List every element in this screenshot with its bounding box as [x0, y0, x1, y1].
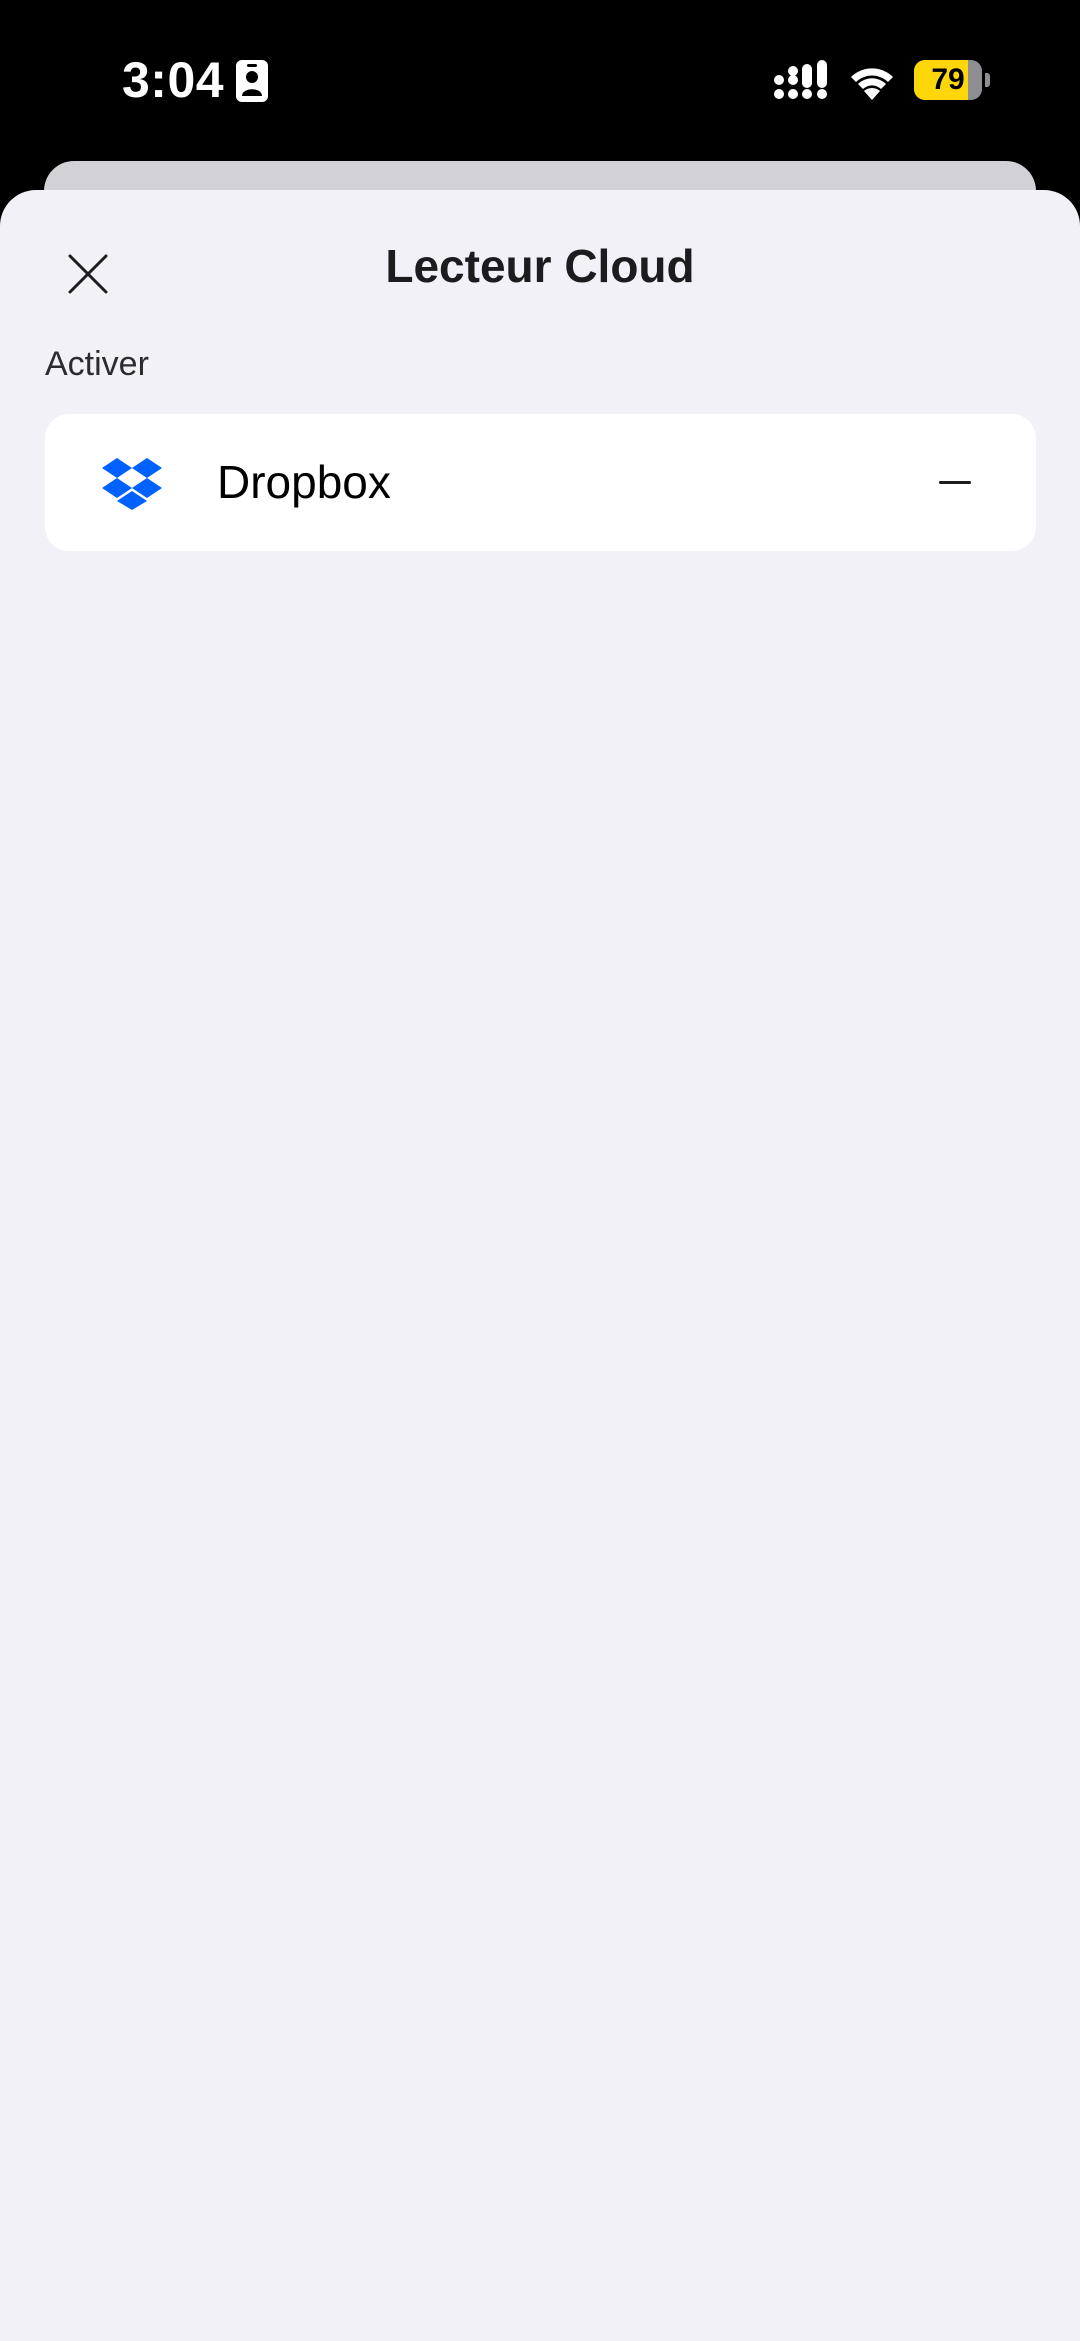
cloud-drive-sheet: Lecteur Cloud Activer Dropbox — [0, 190, 1080, 2341]
status-bar: 3:04 79 — [0, 0, 1080, 160]
page-title: Lecteur Cloud — [385, 240, 695, 292]
dropbox-icon — [102, 458, 162, 510]
enabled-services-list: Dropbox — [45, 414, 1036, 551]
list-item-dropbox[interactable]: Dropbox — [45, 414, 1036, 551]
status-time: 3:04 — [122, 52, 225, 108]
minus-icon — [939, 480, 971, 484]
remove-button[interactable] — [925, 452, 985, 512]
battery-level: 79 — [931, 63, 965, 96]
screen: 3:04 79 Lecteur Cloud Activer Dropbox — [0, 0, 1080, 2341]
battery-tip — [985, 73, 990, 87]
cellular-signal-icon — [774, 60, 827, 99]
list-item-label: Dropbox — [217, 456, 391, 508]
battery-icon: 79 — [914, 60, 990, 100]
section-header: Activer — [45, 345, 149, 383]
contact-card-icon — [236, 60, 268, 102]
battery-body: 79 — [914, 60, 982, 100]
wifi-icon — [851, 68, 893, 100]
